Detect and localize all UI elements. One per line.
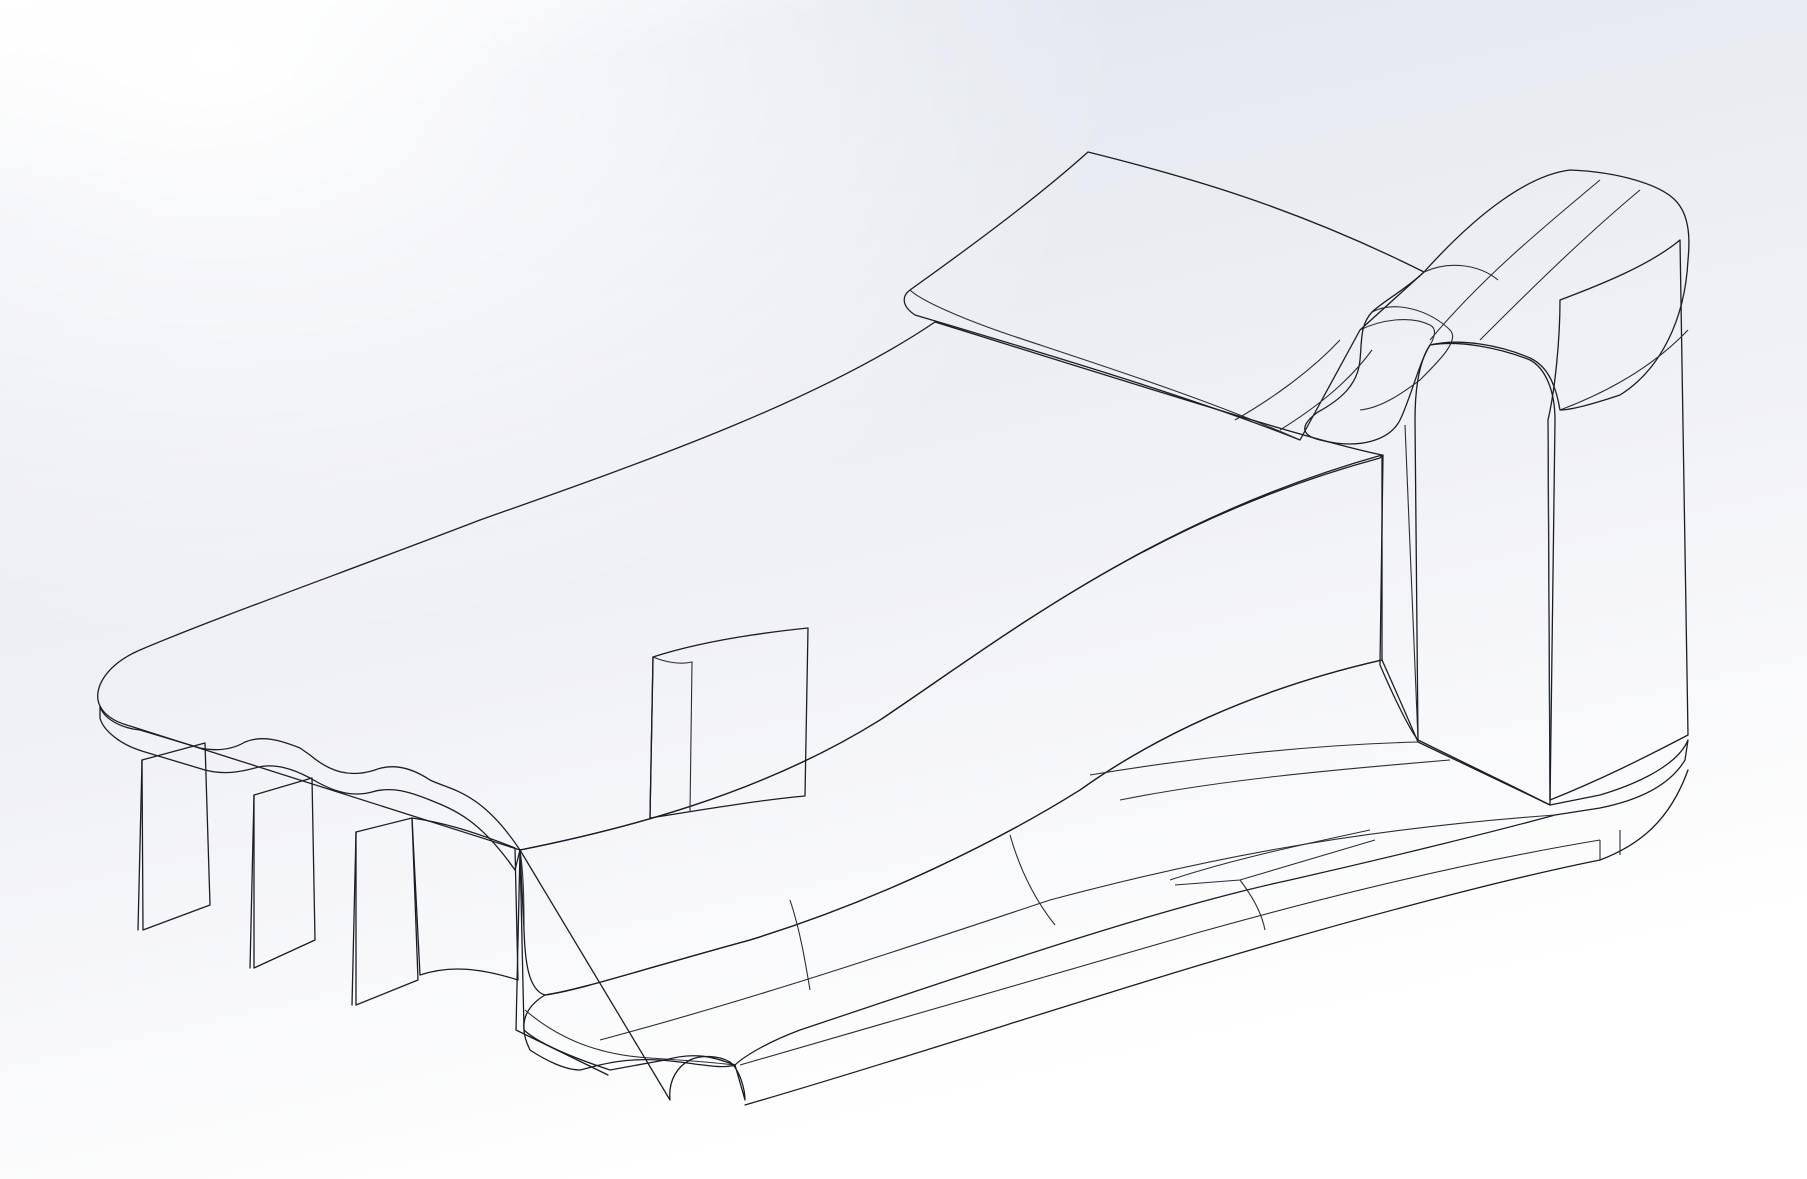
main-plane-top[interactable] [97, 321, 1383, 851]
cad-model[interactable] [0, 0, 1807, 1179]
strake-2[interactable] [249, 777, 316, 969]
strake-1[interactable] [137, 742, 211, 931]
main-plane-curved-wall[interactable] [519, 454, 1383, 996]
strake-3[interactable] [351, 817, 419, 1006]
upper-flap[interactable] [903, 151, 1425, 441]
lower-floor-channel[interactable] [523, 659, 1689, 1071]
endplate-inner[interactable] [1379, 342, 1556, 806]
top-fin[interactable] [649, 627, 809, 819]
main-plane-underside-lip[interactable] [99, 705, 521, 871]
endplate-outer[interactable] [1547, 239, 1689, 801]
floor-leading-edge[interactable] [515, 769, 1689, 1106]
endplate-hook[interactable] [1234, 169, 1690, 445]
lower-forward-tail[interactable] [411, 817, 519, 981]
graphics-viewport[interactable] [0, 0, 1807, 1179]
